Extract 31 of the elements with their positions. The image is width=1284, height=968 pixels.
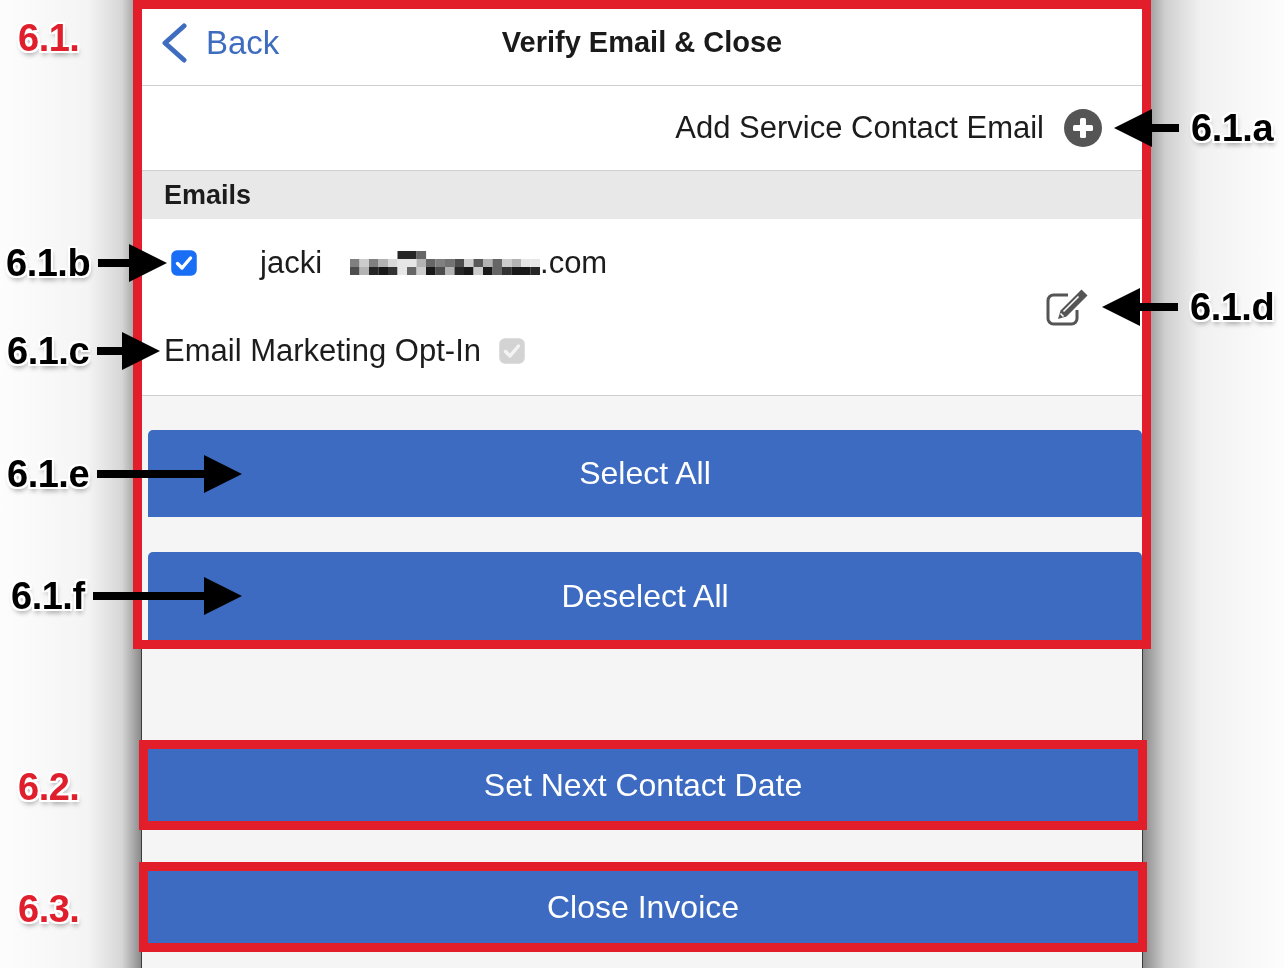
opt-in-label: Email Marketing Opt-In — [164, 331, 481, 370]
arrow-icon — [98, 243, 167, 283]
arrow-icon — [97, 454, 242, 494]
arrow-icon — [1102, 287, 1178, 327]
pixel-mosaic-icon — [350, 251, 540, 275]
edit-icon[interactable] — [1044, 288, 1090, 326]
screen-title: Verify Email & Close — [501, 25, 783, 60]
wide-button[interactable]: Close Invoice — [148, 871, 1138, 943]
callout-label: 6.1.c — [7, 332, 90, 370]
callout-label: 6.1.a — [1191, 109, 1274, 147]
callout-label: 6.1.d — [1190, 288, 1275, 326]
add-contact-label: Add Service Contact Email — [675, 109, 1044, 147]
back-button[interactable]: Back — [160, 22, 280, 63]
section-header: Emails — [142, 171, 1142, 219]
wide-button[interactable]: Set Next Contact Date — [148, 749, 1138, 821]
checkbox[interactable] — [171, 250, 197, 276]
arrow-icon — [93, 576, 242, 616]
callout-label: 6.1.b — [6, 244, 91, 282]
arrow-icon — [97, 331, 160, 371]
callout-label: 6.1.f — [11, 577, 85, 615]
plus-circle-icon[interactable] — [1064, 109, 1102, 147]
chevron-left-icon — [160, 22, 188, 63]
arrow-icon — [1114, 108, 1179, 148]
wide-button[interactable]: Deselect All — [148, 552, 1142, 640]
callout-label: 6.1.e — [7, 455, 90, 493]
wide-button[interactable]: Select All — [148, 430, 1142, 517]
callout-label: 6.2. — [18, 768, 80, 806]
callout-label: 6.1. — [18, 19, 80, 57]
email-address-end: .com — [540, 244, 608, 282]
callout-label: 6.3. — [18, 890, 80, 928]
email-address-start: jacki — [260, 244, 322, 282]
